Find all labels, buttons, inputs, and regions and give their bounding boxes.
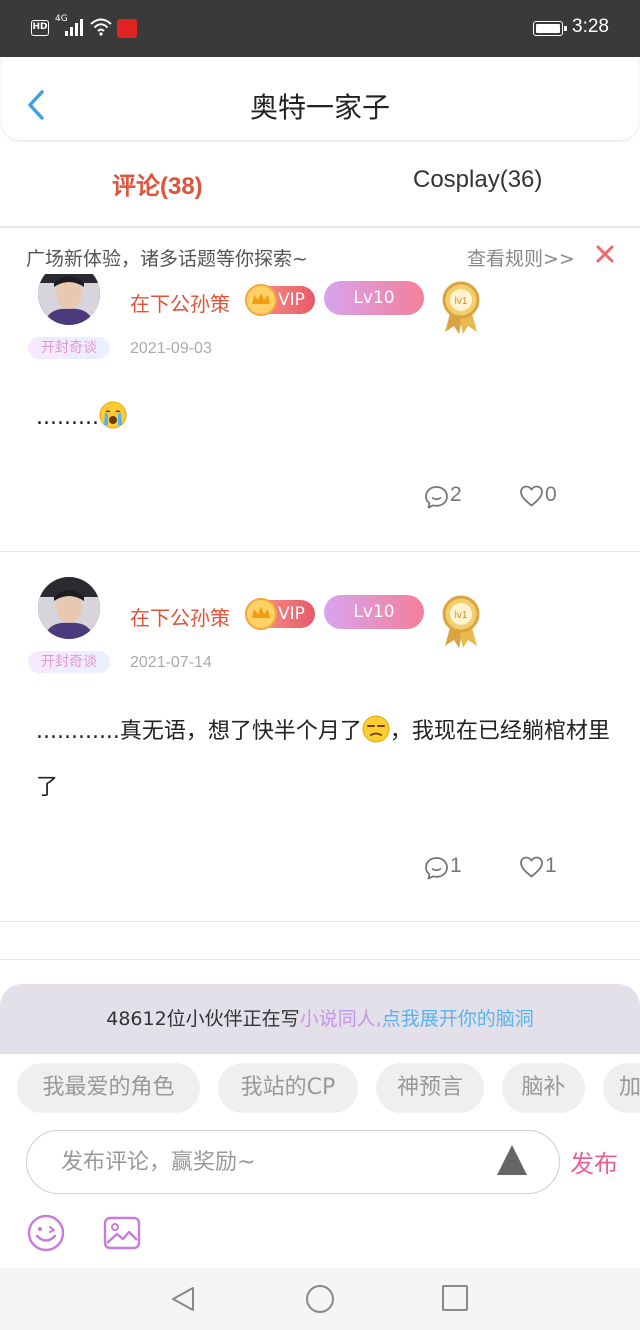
vip-badge: VIP [245, 598, 315, 630]
page-title: 奥特一家子 [249, 91, 390, 124]
composer-tools [0, 1208, 640, 1268]
topic-chip[interactable]: 我站的CP [218, 1063, 358, 1113]
username[interactable]: 在下公孙策 [130, 602, 230, 631]
topic-chip[interactable]: 加 [603, 1063, 640, 1113]
comment-text: ............真无语，想了快半个月了 [36, 719, 362, 744]
reply-count: 2 [450, 483, 462, 506]
level-badge: Lv10 [324, 281, 424, 315]
reply-button[interactable]: 1 [424, 854, 484, 884]
view-rules-link[interactable]: 查看规则>> [467, 244, 575, 271]
vip-label: VIP [278, 290, 305, 310]
heart-icon [520, 485, 543, 507]
medal-icon: lv1 [442, 281, 480, 334]
vip-badge: VIP [245, 284, 315, 316]
promo-highlight-novel: 小说同人, [299, 1008, 382, 1030]
comment-input[interactable] [26, 1130, 560, 1194]
comment-card-next [0, 922, 640, 960]
tab-cosplay[interactable]: Cosplay(36) [413, 166, 542, 194]
unamused-face-icon [362, 715, 390, 743]
tab-comments[interactable]: 评论(38) [112, 166, 203, 201]
emoji-icon[interactable] [27, 1214, 65, 1252]
comment-text: ......... [36, 405, 99, 430]
notice-text: 广场新体验，诸多话题等你探索~ [26, 248, 308, 270]
status-bar: HD 4G 3:28 [0, 0, 640, 57]
title-badge: 开封奇谈 [28, 337, 110, 359]
comment-date: 2021-09-03 [130, 340, 212, 357]
avatar[interactable] [38, 577, 100, 639]
medal-icon: lv1 [442, 595, 480, 648]
username[interactable]: 在下公孙策 [130, 288, 230, 317]
reply-count: 1 [450, 854, 462, 877]
svg-text:lv1: lv1 [455, 296, 468, 307]
comment-content: ............真无语，想了快半个月了 ，我现在已经躺棺材里了 [36, 704, 610, 816]
notice-bar: 广场新体验，诸多话题等你探索~ 查看规则>> [0, 230, 640, 274]
like-button[interactable]: 1 [519, 854, 579, 884]
reply-button[interactable]: 2 [424, 483, 484, 513]
comment-bubble-icon [425, 486, 448, 509]
publish-button[interactable]: 发布 [570, 1144, 618, 1179]
image-icon[interactable] [103, 1214, 141, 1252]
nav-home-icon[interactable] [305, 1284, 335, 1314]
wifi-icon [90, 18, 112, 36]
title-badge: 开封奇谈 [28, 651, 110, 673]
comment-date: 2021-07-14 [130, 654, 212, 671]
comment-content: ......... [36, 390, 610, 446]
triangle-icon[interactable] [496, 1143, 528, 1177]
system-nav-bar [0, 1268, 640, 1330]
comment-card: 开封奇谈 在下公孙策 VIP Lv10 lv1 2021-07-14 .....… [0, 552, 640, 922]
crown-icon [245, 598, 277, 630]
promo-highlight-cta: 点我展开你的脑洞 [381, 1008, 534, 1030]
clock: 3:28 [572, 16, 609, 37]
close-icon[interactable] [595, 244, 615, 264]
like-count: 1 [545, 854, 557, 877]
promo-prefix: 48612位小伙伴正在写 [106, 1008, 300, 1030]
comment-composer: 发布 [0, 1124, 640, 1208]
header: 奥特一家子 [2, 58, 638, 140]
hd-icon: HD [31, 20, 49, 36]
comment-bubble-icon [425, 857, 448, 880]
tab-bar: 评论(38) Cosplay(36) [0, 140, 640, 228]
write-fanfic-banner[interactable]: 48612位小伙伴正在写小说同人,点我展开你的脑洞 [0, 984, 640, 1054]
app-notification-icon [117, 19, 137, 38]
svg-text:lv1: lv1 [455, 610, 468, 621]
topic-chip[interactable]: 我最爱的角色 [17, 1063, 200, 1113]
crying-face-icon [99, 401, 127, 429]
topic-chip[interactable]: 神预言 [376, 1063, 484, 1113]
heart-icon [520, 856, 543, 878]
like-button[interactable]: 0 [519, 483, 579, 513]
topic-chip[interactable]: 脑补 [502, 1063, 585, 1113]
like-count: 0 [545, 483, 557, 506]
avatar-image [38, 577, 100, 639]
battery-icon [533, 21, 567, 36]
nav-recent-apps-icon[interactable] [441, 1284, 469, 1312]
signal-icon [65, 19, 83, 36]
topic-chips: 我最爱的角色 我站的CP 神预言 脑补 加 [0, 1054, 640, 1124]
comment-card: 开封奇谈 在下公孙策 VIP Lv10 lv1 2021-09-03 .....… [0, 232, 640, 552]
level-badge: Lv10 [324, 595, 424, 629]
nav-back-icon[interactable] [168, 1284, 198, 1314]
crown-icon [245, 284, 277, 316]
vip-label: VIP [278, 604, 305, 624]
